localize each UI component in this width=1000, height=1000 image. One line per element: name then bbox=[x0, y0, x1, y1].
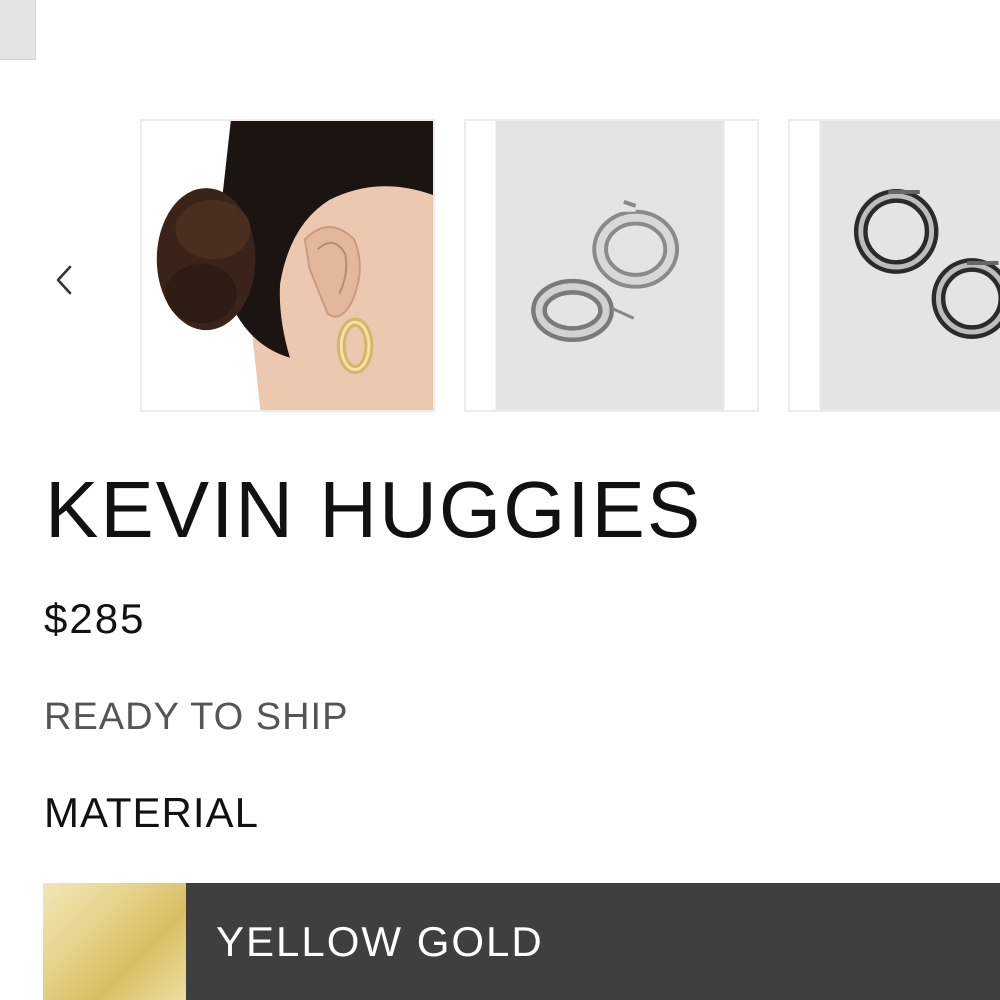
model-ear-image bbox=[142, 121, 433, 410]
material-option-yellow-gold[interactable]: YELLOW GOLD bbox=[43, 883, 1000, 1000]
product-price: $285 bbox=[44, 595, 146, 642]
material-heading: MATERIAL bbox=[44, 789, 259, 836]
top-partial-element[interactable] bbox=[0, 0, 36, 60]
gallery-thumbnail-1[interactable] bbox=[140, 119, 435, 412]
yellow-gold-swatch bbox=[43, 883, 186, 1000]
carousel-prev-button[interactable] bbox=[44, 258, 84, 302]
product-page: KEVIN HUGGIES $285 READY TO SHIP MATERIA… bbox=[0, 0, 1000, 1000]
product-title: KEVIN HUGGIES bbox=[45, 465, 703, 554]
silver-hoops-image bbox=[466, 121, 757, 410]
gallery-thumbnail-3[interactable] bbox=[788, 119, 1000, 412]
silver-hoops-image bbox=[790, 121, 1000, 410]
gallery-thumbnail-2[interactable] bbox=[464, 119, 759, 412]
availability-status: READY TO SHIP bbox=[44, 696, 349, 738]
material-option-label: YELLOW GOLD bbox=[216, 917, 544, 965]
material-option-bar: YELLOW GOLD bbox=[186, 883, 1000, 1000]
chevron-left-icon bbox=[56, 265, 72, 295]
